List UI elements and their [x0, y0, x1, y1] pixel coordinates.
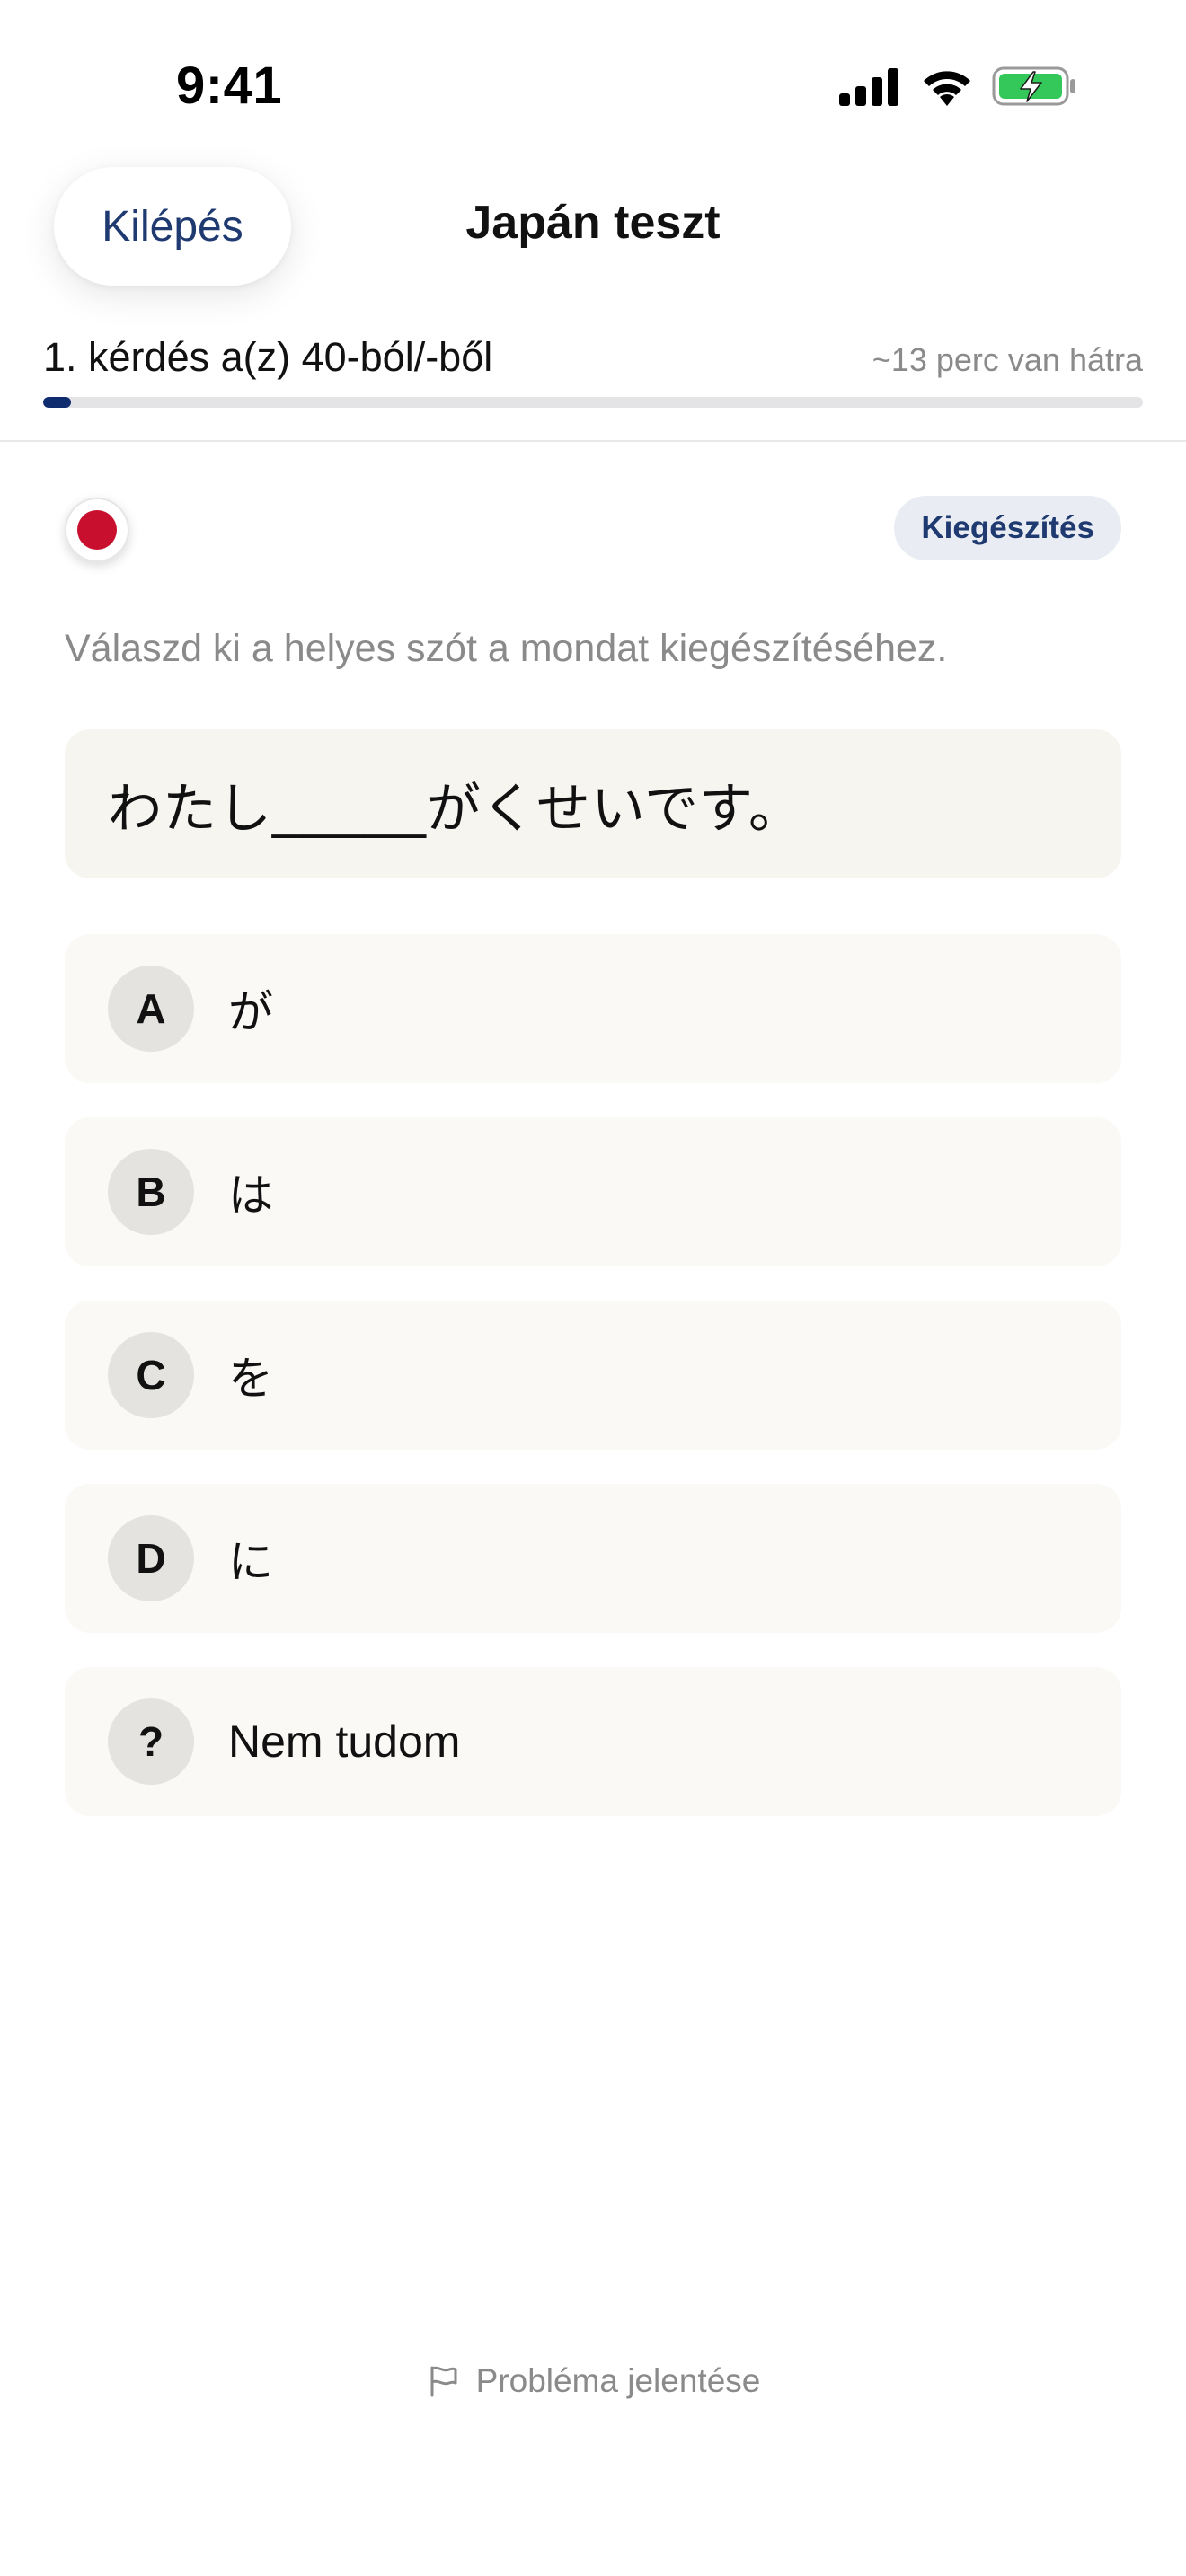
- progress-bar: [43, 397, 1143, 408]
- question-sentence: わたし_____がくせいです。: [65, 729, 1121, 878]
- question-type-badge: Kiegészítés: [894, 496, 1121, 560]
- flag-sun-disc: [77, 510, 117, 550]
- status-bar: 9:41: [0, 0, 1186, 153]
- quiz-screen: 9:41 Kilépés Japán teszt 1. kérdés a(z) …: [0, 0, 1186, 2576]
- question-counter: 1. kérdés a(z) 40-ból/-ből: [43, 334, 493, 380]
- japan-flag-icon: [65, 498, 129, 562]
- option-letter-badge: C: [108, 1332, 194, 1418]
- progress-bar-fill: [43, 397, 71, 408]
- report-problem-link[interactable]: Probléma jelentése: [0, 2362, 1186, 2400]
- flag-outline-icon: [430, 2366, 457, 2397]
- option-text: に: [228, 1537, 273, 1587]
- answer-option-c[interactable]: C を: [65, 1301, 1121, 1450]
- option-text: が: [228, 987, 273, 1037]
- battery-charging-icon: [992, 66, 1075, 106]
- option-letter-badge: A: [108, 966, 194, 1052]
- option-text: は: [228, 1170, 273, 1221]
- answer-option-a[interactable]: A が: [65, 934, 1121, 1083]
- status-time: 9:41: [176, 57, 283, 115]
- answer-option-dont-know[interactable]: ? Nem tudom: [65, 1667, 1121, 1816]
- question-mark-badge: ?: [108, 1698, 194, 1785]
- cellular-signal-icon: [839, 68, 898, 106]
- answer-option-b[interactable]: B は: [65, 1117, 1121, 1266]
- answer-option-d[interactable]: D に: [65, 1484, 1121, 1633]
- question-instruction: Válaszd ki a helyes szót a mondat kiegés…: [65, 627, 948, 670]
- option-text: を: [228, 1354, 273, 1404]
- option-text: Nem tudom: [228, 1716, 461, 1767]
- report-problem-label: Probléma jelentése: [475, 2362, 761, 2399]
- time-remaining: ~13 perc van hátra: [872, 341, 1143, 378]
- option-letter-badge: B: [108, 1149, 194, 1235]
- option-letter-badge: D: [108, 1515, 194, 1601]
- header-divider: [0, 440, 1186, 442]
- wifi-icon: [924, 71, 970, 106]
- page-title: Japán teszt: [465, 197, 721, 249]
